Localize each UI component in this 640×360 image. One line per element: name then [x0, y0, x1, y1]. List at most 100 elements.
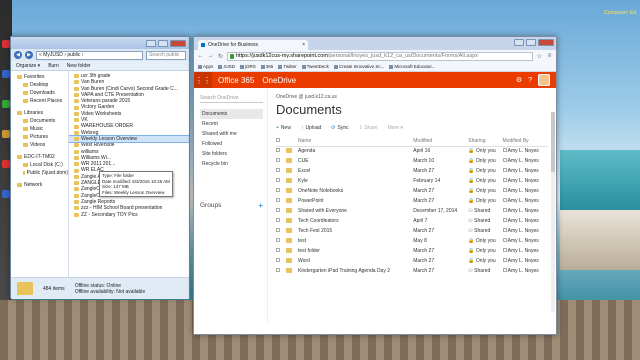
- document-name-link[interactable]: Kyle: [298, 176, 413, 186]
- row-checkbox[interactable]: [276, 208, 280, 212]
- burn-button[interactable]: Burn: [48, 63, 59, 69]
- column-header-sharing[interactable]: Sharing: [468, 137, 503, 147]
- address-bar[interactable]: « MyJUSD › public ›: [36, 50, 143, 60]
- column-header-modified[interactable]: Modified: [413, 137, 469, 147]
- table-row[interactable]: Tech Fest 2015 March 27 ⚇ Shared Amy L. No…: [276, 226, 548, 236]
- forward-icon[interactable]: ▶: [25, 51, 33, 59]
- row-checkbox[interactable]: [276, 158, 280, 162]
- table-row[interactable]: Kindergarten iPad Training Agenda Day 2M…: [276, 266, 548, 276]
- tab-close-icon[interactable]: ×: [302, 40, 305, 50]
- browser-tab[interactable]: OneDrive for Business ×: [198, 40, 308, 50]
- new-folder-button[interactable]: New folder: [67, 63, 91, 69]
- document-name-link[interactable]: OneNote Notebooks: [298, 186, 413, 196]
- row-checkbox[interactable]: [276, 168, 280, 172]
- sync-button[interactable]: ⟳ Sync: [331, 125, 348, 131]
- row-checkbox[interactable]: [276, 228, 280, 232]
- settings-icon[interactable]: ⚙: [516, 76, 522, 84]
- table-row[interactable]: test May 8 🔒 Only you Amy L. Noyes: [276, 236, 548, 246]
- help-icon[interactable]: ?: [528, 77, 532, 84]
- table-row[interactable]: Kyle February 14 🔒 Only you Amy L. Noyes: [276, 176, 548, 186]
- document-name-link[interactable]: Word: [298, 256, 413, 266]
- document-name-link[interactable]: test folder: [298, 246, 413, 256]
- nav-item[interactable]: Libraries: [11, 109, 68, 117]
- nav-item[interactable]: EDC-IT-TM02: [11, 153, 68, 161]
- onedrive-nav-item[interactable]: Shared with me: [200, 129, 263, 139]
- row-checkbox[interactable]: [276, 238, 280, 242]
- desktop-app-icon[interactable]: [2, 190, 10, 198]
- bookmark-item[interactable]: JUSD: [218, 64, 235, 69]
- document-name-link[interactable]: CUE: [298, 156, 413, 166]
- nav-item[interactable]: Network: [11, 181, 68, 189]
- onedrive-search-input[interactable]: Search OneDrive: [200, 94, 263, 103]
- avatar[interactable]: [538, 74, 550, 86]
- share-button[interactable]: ⇪ Share: [359, 125, 378, 131]
- onedrive-nav-item[interactable]: Recycle bin: [200, 159, 263, 169]
- row-checkbox[interactable]: [276, 188, 280, 192]
- nav-item[interactable]: Pictures: [11, 133, 68, 141]
- table-row[interactable]: OneNote Notebooks March 27 🔒 Only you Amy …: [276, 186, 548, 196]
- suite-name[interactable]: Office 365: [212, 76, 262, 85]
- table-row[interactable]: Word March 27 🔒 Only you Amy L. Noyes: [276, 256, 548, 266]
- organize-button[interactable]: Organize ▾: [16, 63, 40, 69]
- nav-item[interactable]: Favorites: [11, 73, 68, 81]
- table-row[interactable]: Shared with Everyone December 17, 2014 ⚇ S…: [276, 206, 548, 216]
- document-name-link[interactable]: Tech Fest 2015: [298, 226, 413, 236]
- url-bar[interactable]: https://jusdk12cus-my.sharepoint.com/per…: [227, 51, 533, 61]
- table-row[interactable]: CUE March 10 🔒 Only you Amy L. Noyes: [276, 156, 548, 166]
- reload-icon[interactable]: ↻: [217, 53, 224, 60]
- onedrive-nav-item[interactable]: Followed: [200, 139, 263, 149]
- menu-icon[interactable]: ≡: [546, 53, 553, 59]
- table-row[interactable]: Excel March 27 🔒 Only you Amy L. Noyes: [276, 166, 548, 176]
- bookmark-item[interactable]: Apps: [198, 64, 213, 69]
- onedrive-nav-item[interactable]: Recent: [200, 119, 263, 129]
- document-name-link[interactable]: PowerPoint: [298, 196, 413, 206]
- nav-item[interactable]: Recent Places: [11, 97, 68, 105]
- app-name[interactable]: OneDrive: [262, 76, 515, 85]
- bookmark-item[interactable]: Create Innovative Sc...: [333, 64, 384, 69]
- add-group-icon[interactable]: +: [258, 201, 263, 210]
- bookmark-item[interactable]: jORS: [240, 64, 256, 69]
- document-name-link[interactable]: Excel: [298, 166, 413, 176]
- row-checkbox[interactable]: [276, 218, 280, 222]
- upload-button[interactable]: ↑ Upload: [301, 125, 321, 131]
- row-checkbox[interactable]: [276, 198, 280, 202]
- document-name-link[interactable]: Agenda: [298, 146, 413, 156]
- star-icon[interactable]: ☆: [536, 53, 543, 60]
- document-name-link[interactable]: Shared with Everyone: [298, 206, 413, 216]
- nav-item[interactable]: Downloads: [11, 89, 68, 97]
- row-checkbox[interactable]: [276, 148, 280, 153]
- nav-item[interactable]: Music: [11, 125, 68, 133]
- new-button[interactable]: + New: [276, 125, 291, 131]
- more-button[interactable]: More ▾: [388, 125, 403, 131]
- desktop-app-icon[interactable]: [2, 130, 10, 138]
- column-header-modified-by[interactable]: Modified By: [502, 137, 548, 147]
- row-checkbox[interactable]: [276, 268, 280, 272]
- nav-item[interactable]: Documents: [11, 117, 68, 125]
- minimize-button[interactable]: [514, 39, 524, 46]
- document-name-link[interactable]: Kindergarten iPad Training Agenda Day 2: [298, 266, 413, 276]
- row-checkbox[interactable]: [276, 178, 280, 182]
- back-icon[interactable]: ◀: [14, 51, 22, 59]
- nav-item[interactable]: Local Disk (C:): [11, 161, 68, 169]
- desktop-app-icon[interactable]: [2, 160, 10, 168]
- document-name-link[interactable]: Tech Coordinators: [298, 216, 413, 226]
- row-checkbox[interactable]: [276, 248, 280, 252]
- bookmark-item[interactable]: 365: [260, 64, 273, 69]
- search-input[interactable]: Search public: [146, 50, 186, 60]
- bookmark-item[interactable]: TweetDeck: [301, 64, 329, 69]
- file-list-item[interactable]: ZZ - Secondary TOY Pics: [69, 212, 189, 218]
- app-launcher-icon[interactable]: ⋮⋮: [194, 72, 212, 88]
- explorer-titlebar[interactable]: [11, 37, 189, 49]
- desktop-app-icon[interactable]: [2, 70, 10, 78]
- nav-item[interactable]: Desktop: [11, 81, 68, 89]
- table-row[interactable]: Agenda April 16 🔒 Only you Amy L. Noyes: [276, 146, 548, 156]
- select-all-checkbox[interactable]: [276, 138, 280, 143]
- table-row[interactable]: test folder March 27 🔒 Only you Amy L. Noy…: [276, 246, 548, 256]
- onedrive-nav-item[interactable]: Site folders: [200, 149, 263, 159]
- row-checkbox[interactable]: [276, 258, 280, 262]
- desktop-app-icon[interactable]: [2, 40, 10, 48]
- onedrive-nav-item[interactable]: Documents: [200, 109, 263, 119]
- back-icon[interactable]: ←: [197, 53, 204, 59]
- nav-item[interactable]: Public (\\jusd.dom): [11, 169, 68, 177]
- maximize-button[interactable]: [526, 39, 536, 46]
